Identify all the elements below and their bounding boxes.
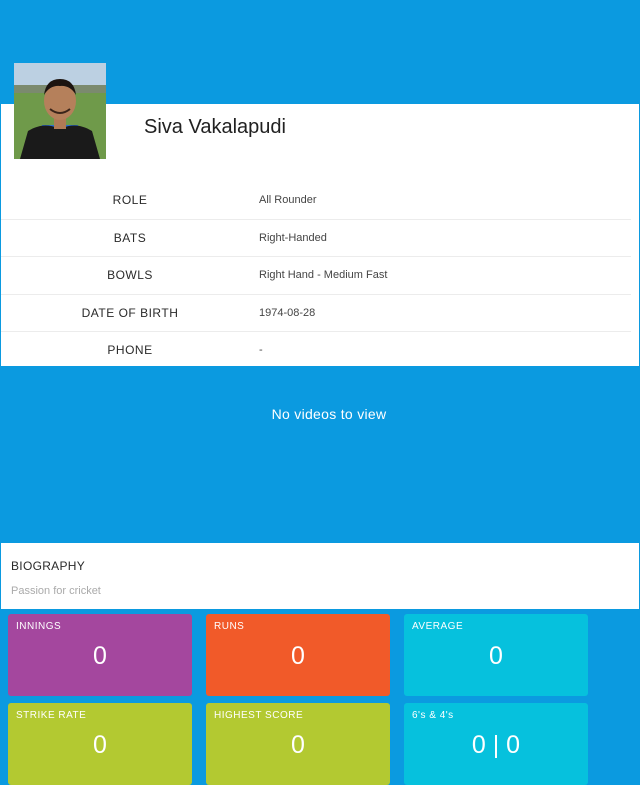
- detail-value: Right-Handed: [259, 231, 327, 244]
- player-name: Siva Vakalapudi: [144, 116, 286, 138]
- detail-row-phone: PHONE -: [1, 332, 631, 369]
- biography-section: BIOGRAPHY Passion for cricket: [1, 543, 639, 609]
- stat-value: 0: [93, 731, 107, 759]
- stat-tile-sixes-fours: 6's & 4's 0 | 0: [404, 703, 588, 785]
- stat-label: HIGHEST SCORE: [214, 710, 304, 721]
- detail-value: 1974-08-28: [259, 306, 316, 319]
- stat-label: STRIKE RATE: [16, 710, 87, 721]
- stat-label: INNINGS: [16, 621, 62, 632]
- detail-value: Right Hand - Medium Fast: [259, 269, 388, 282]
- stat-tile-runs: RUNS 0: [206, 614, 390, 696]
- detail-row-role: ROLE All Rounder: [1, 182, 631, 220]
- detail-label: DATE OF BIRTH: [81, 305, 179, 320]
- stat-tile-strike-rate: STRIKE RATE 0: [8, 703, 192, 785]
- detail-row-date-of-birth: DATE OF BIRTH 1974-08-28: [1, 295, 631, 332]
- stat-label: AVERAGE: [412, 621, 464, 632]
- biography-title: BIOGRAPHY: [11, 559, 86, 573]
- detail-label: BOWLS: [107, 268, 153, 283]
- detail-value: -: [259, 344, 263, 357]
- stat-value: 0 | 0: [471, 731, 521, 759]
- detail-value: All Rounder: [259, 194, 317, 207]
- detail-label: ROLE: [112, 193, 148, 208]
- player-photo: [14, 63, 106, 159]
- stat-tile-highest-score: HIGHEST SCORE 0: [206, 703, 390, 785]
- stat-value: 0: [93, 642, 107, 670]
- stat-value: 0: [489, 642, 503, 670]
- biography-text: Passion for cricket: [11, 585, 101, 597]
- stat-tile-average: AVERAGE 0: [404, 614, 588, 696]
- player-details-table: ROLE All Rounder BATS Right-Handed BOWLS…: [1, 182, 631, 369]
- detail-row-bats: BATS Right-Handed: [1, 220, 631, 257]
- no-videos-message: No videos to view: [271, 406, 387, 422]
- stat-value: 0: [291, 731, 305, 759]
- detail-row-bowls: BOWLS Right Hand - Medium Fast: [1, 257, 631, 295]
- stat-value: 0: [291, 642, 305, 670]
- stat-tile-innings: INNINGS 0: [8, 614, 192, 696]
- detail-label: PHONE: [107, 343, 153, 358]
- stat-label: RUNS: [214, 621, 245, 632]
- player-avatar: [14, 63, 106, 159]
- stat-label: 6's & 4's: [412, 710, 454, 721]
- detail-label: BATS: [113, 230, 147, 245]
